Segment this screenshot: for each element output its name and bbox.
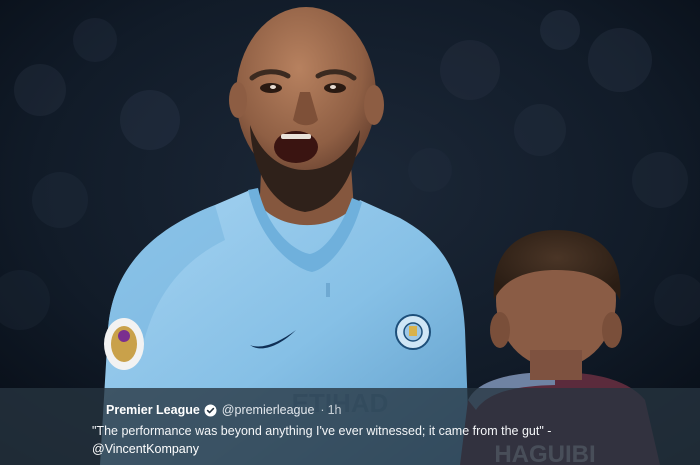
verified-badge-icon xyxy=(204,404,217,417)
tweet-mention[interactable]: @VincentKompany xyxy=(92,440,686,458)
tweet-body: "The performance was beyond anything I'v… xyxy=(92,422,686,458)
meta-separator: · xyxy=(320,403,325,417)
league-sleeve-badge xyxy=(104,318,144,370)
tweet-quote: "The performance was beyond anything I'v… xyxy=(92,424,552,438)
club-crest xyxy=(395,314,431,350)
account-name[interactable]: Premier League xyxy=(106,402,200,418)
account-handle[interactable]: @premierleague xyxy=(222,402,315,418)
tweet-overlay: Premier League @premierleague · 1h "The … xyxy=(0,388,700,465)
tweet-timestamp[interactable]: 1h xyxy=(328,402,342,418)
tweet-header: Premier League @premierleague · 1h xyxy=(106,402,680,418)
